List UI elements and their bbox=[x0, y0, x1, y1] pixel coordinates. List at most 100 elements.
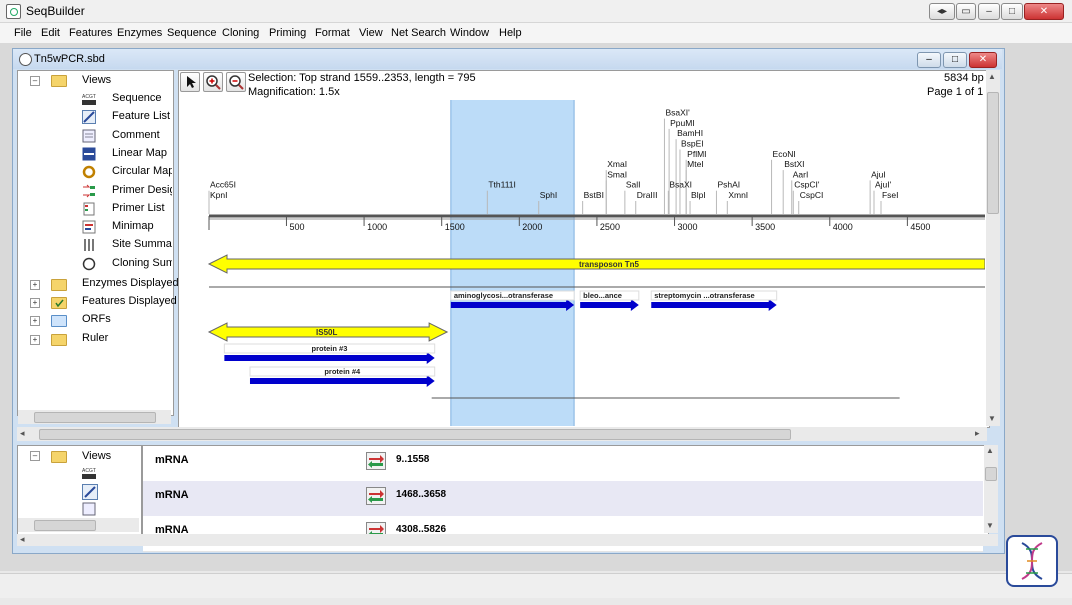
menu-format[interactable]: Format bbox=[315, 27, 350, 39]
feature-arrow[interactable] bbox=[249, 378, 428, 384]
close-app-button[interactable]: ✕ bbox=[1024, 3, 1064, 20]
tree-item-minimap[interactable]: Minimap bbox=[112, 220, 172, 232]
menu-priming[interactable]: Priming bbox=[269, 27, 306, 39]
tree-group-orfs[interactable]: ORFs bbox=[82, 313, 111, 325]
enzyme-label[interactable]: XmnI bbox=[728, 190, 748, 200]
tree-item-sequence[interactable]: Sequence bbox=[112, 92, 172, 104]
enzyme-label[interactable]: FseI bbox=[882, 190, 899, 200]
enzyme-label[interactable]: BsaXI' bbox=[665, 108, 690, 118]
comment-icon[interactable] bbox=[82, 129, 96, 143]
bottom-tree-hscrollbar[interactable] bbox=[18, 518, 139, 532]
pointer-tool-icon[interactable] bbox=[180, 72, 200, 92]
doc-minimize-button[interactable]: – bbox=[917, 52, 941, 68]
enzyme-label[interactable]: BlpI bbox=[691, 190, 706, 200]
enzyme-label[interactable]: Tth111I bbox=[488, 180, 516, 190]
bottom-hscrollbar[interactable]: ◂ bbox=[17, 534, 998, 546]
enzyme-label[interactable]: CspCI bbox=[800, 190, 824, 200]
menu-edit[interactable]: Edit bbox=[41, 27, 60, 39]
enzyme-label[interactable]: BstBI bbox=[584, 190, 604, 200]
maximize-app-button[interactable]: □ bbox=[1001, 3, 1023, 20]
tree-item-circular-map[interactable]: Circular Map bbox=[112, 165, 172, 177]
comment-icon[interactable] bbox=[82, 502, 96, 516]
expander-icon[interactable]: – bbox=[30, 76, 40, 86]
tree-item-primer-design[interactable]: Primer Design bbox=[112, 184, 172, 196]
menu-features[interactable]: Features bbox=[69, 27, 112, 39]
enzyme-label[interactable]: BamHI bbox=[677, 128, 703, 138]
enzyme-label[interactable]: SphI bbox=[540, 190, 558, 200]
feature-list-icon[interactable] bbox=[82, 484, 98, 500]
expander-icon[interactable]: – bbox=[30, 451, 40, 461]
minimap-icon[interactable] bbox=[82, 220, 96, 234]
enzyme-label[interactable]: PpuMI bbox=[670, 118, 695, 128]
feature-arrow[interactable] bbox=[224, 355, 428, 361]
tree-item-cloning-summary[interactable]: Cloning Summary bbox=[112, 257, 172, 269]
bottom-tree-hscroll-thumb[interactable] bbox=[34, 520, 96, 531]
enzyme-label[interactable]: AjuI bbox=[871, 169, 886, 179]
doc-close-button[interactable]: ✕ bbox=[969, 52, 997, 68]
tree-item-linear-map[interactable]: Linear Map bbox=[112, 147, 172, 159]
enzyme-label[interactable]: SmaI bbox=[607, 169, 627, 179]
enzyme-label[interactable]: MteI bbox=[687, 159, 704, 169]
menu-window[interactable]: Window bbox=[450, 27, 489, 39]
enzyme-label[interactable]: BsaXI bbox=[669, 180, 692, 190]
primer-design-icon[interactable] bbox=[82, 184, 96, 198]
minimize-app-button[interactable]: – bbox=[978, 3, 1000, 20]
linear-map-icon[interactable] bbox=[82, 147, 96, 161]
tree-group-features-displayed[interactable]: Features Displayed bbox=[82, 295, 177, 307]
restore-app-button[interactable]: ▭ bbox=[956, 3, 976, 20]
enzyme-label[interactable]: BspEI bbox=[681, 139, 704, 149]
tree-item-primer-list[interactable]: Primer List bbox=[112, 202, 172, 214]
menu-file[interactable]: File bbox=[14, 27, 32, 39]
tree-item-site-summary[interactable]: Site Summary bbox=[112, 238, 172, 250]
cloning-summary-icon[interactable] bbox=[82, 257, 96, 271]
enzyme-label[interactable]: KpnI bbox=[210, 190, 228, 200]
zoom-out-icon[interactable] bbox=[226, 72, 246, 92]
table-row[interactable] bbox=[143, 481, 983, 517]
tree-group-ruler[interactable]: Ruler bbox=[82, 332, 108, 344]
primer-list-icon[interactable] bbox=[82, 202, 96, 216]
map-hscrollbar[interactable]: ◂ ▸ bbox=[17, 427, 987, 441]
table-vscroll-thumb[interactable] bbox=[985, 467, 997, 481]
map-vscroll-thumb[interactable] bbox=[987, 92, 999, 214]
site-summary-icon[interactable] bbox=[82, 238, 96, 252]
enzyme-label[interactable]: AarI bbox=[793, 169, 809, 179]
table-row[interactable] bbox=[143, 446, 983, 482]
enzyme-label[interactable]: PshAI bbox=[717, 180, 740, 190]
expander-icon[interactable]: + bbox=[30, 298, 40, 308]
tree-hscrollbar[interactable] bbox=[18, 410, 171, 424]
menu-help[interactable]: Help bbox=[499, 27, 522, 39]
enzyme-label[interactable]: SalI bbox=[626, 180, 641, 190]
zoom-in-icon[interactable] bbox=[203, 72, 223, 92]
tree-group-enzymes-displayed[interactable]: Enzymes Displayed bbox=[82, 277, 179, 289]
feature-arrow[interactable] bbox=[580, 302, 632, 308]
tree-hscroll-thumb[interactable] bbox=[34, 412, 156, 423]
menu-enzymes[interactable]: Enzymes bbox=[117, 27, 162, 39]
circular-map-icon[interactable] bbox=[82, 165, 96, 179]
strand-arrows-icon[interactable] bbox=[366, 452, 386, 470]
sequence-icon[interactable]: ACGT bbox=[82, 92, 96, 106]
map-hscroll-thumb[interactable] bbox=[39, 429, 791, 440]
table-vscrollbar[interactable]: ▲ ▼ bbox=[984, 445, 998, 533]
feature-list-icon[interactable] bbox=[82, 110, 96, 125]
menu-sequence[interactable]: Sequence bbox=[167, 27, 217, 39]
strand-arrows-icon[interactable] bbox=[366, 487, 386, 505]
enzyme-label[interactable]: DraIII bbox=[637, 190, 658, 200]
enzyme-label[interactable]: BstXI bbox=[784, 159, 804, 169]
tree-item-feature-list[interactable]: Feature List bbox=[112, 110, 172, 122]
enzyme-label[interactable]: EcoNI bbox=[773, 149, 796, 159]
expander-icon[interactable]: + bbox=[30, 280, 40, 290]
feature-arrow[interactable] bbox=[651, 302, 770, 308]
nav-arrows-button[interactable]: ◂▸ bbox=[929, 3, 955, 20]
linear-map-canvas[interactable]: 500 1000 1500 2000 2500 3000 3500 4000 4500 Acc65… bbox=[179, 100, 985, 426]
tree-item-comment[interactable]: Comment bbox=[112, 129, 172, 141]
expander-icon[interactable]: + bbox=[30, 316, 40, 326]
doc-maximize-button[interactable]: □ bbox=[943, 52, 967, 68]
map-vscrollbar[interactable]: ▲ ▼ bbox=[986, 70, 1000, 426]
enzyme-label[interactable]: Acc65I bbox=[210, 180, 236, 190]
enzyme-label[interactable]: PflMI bbox=[687, 149, 706, 159]
sequence-icon[interactable]: ACGT bbox=[82, 466, 96, 480]
enzyme-label[interactable]: XmaI bbox=[607, 159, 627, 169]
enzyme-label[interactable]: CspCI' bbox=[794, 180, 820, 190]
menu-net-search[interactable]: Net Search bbox=[391, 27, 446, 39]
expander-icon[interactable]: + bbox=[30, 335, 40, 345]
